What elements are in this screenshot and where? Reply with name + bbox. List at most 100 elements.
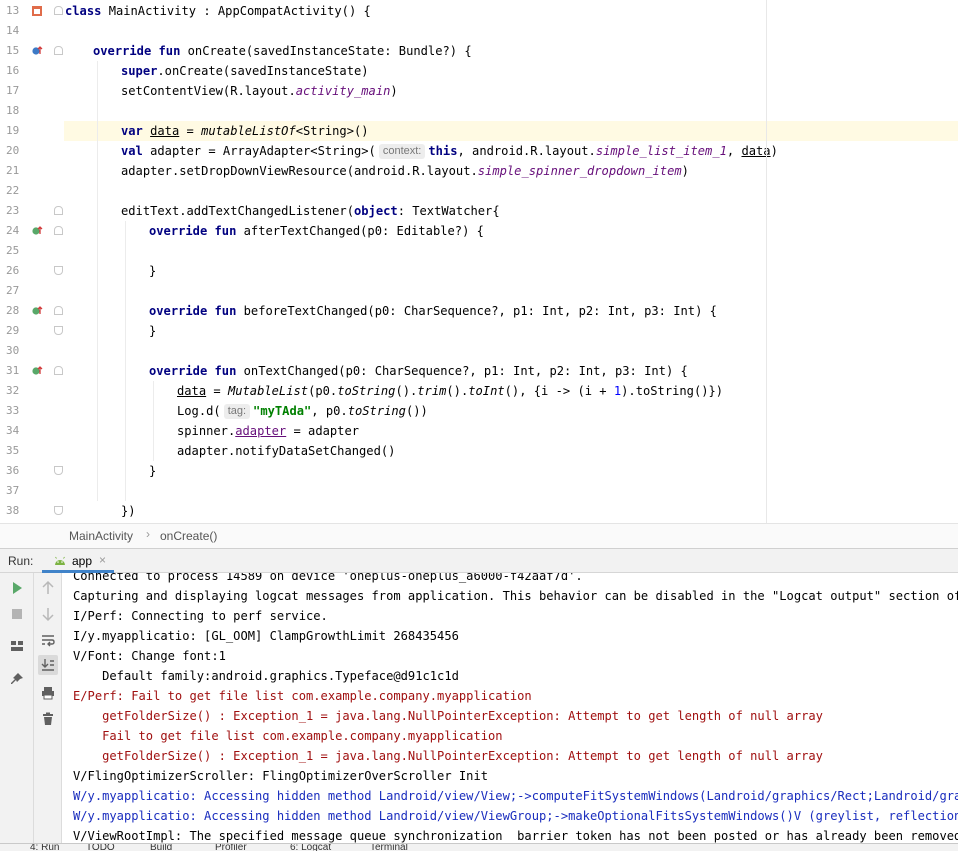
code-token: = adapter (286, 424, 360, 438)
rerun-icon[interactable] (7, 578, 27, 598)
gutter-row: 19 (0, 121, 64, 141)
fold-marker-icon[interactable] (54, 226, 63, 235)
line-number: 26 (6, 264, 20, 277)
run-tab-app[interactable]: app × (42, 549, 114, 573)
code-text: override fun afterTextChanged(p0: Editab… (149, 221, 484, 241)
gutter-row: 37 (0, 481, 64, 501)
code-line[interactable]: super.onCreate(savedInstanceState) (64, 61, 958, 81)
code-token: } (149, 464, 157, 478)
soft-wrap-icon[interactable] (38, 630, 58, 650)
arrow-down-icon[interactable] (38, 604, 58, 624)
console-line: Fail to get file list com.example.compan… (73, 729, 503, 743)
fold-marker-icon[interactable] (54, 306, 63, 315)
implementing-method-icon[interactable] (31, 225, 43, 237)
code-line[interactable] (64, 481, 958, 501)
fold-marker-icon[interactable] (54, 206, 63, 215)
kotlin-class-icon[interactable] (31, 5, 43, 17)
code-line[interactable] (64, 241, 958, 261)
fold-marker-icon[interactable] (54, 366, 63, 375)
code-line[interactable]: }) (64, 501, 958, 521)
overriding-method-icon[interactable] (31, 45, 43, 57)
run-label: Run: (8, 554, 34, 568)
code-line[interactable]: data = MutableList(p0.toString().trim().… (64, 381, 958, 401)
breadcrumb-item-class[interactable]: MainActivity (69, 529, 133, 543)
pin-icon[interactable] (7, 669, 27, 689)
code-line[interactable]: } (64, 261, 958, 281)
fold-marker-icon[interactable] (54, 46, 63, 55)
fold-marker-icon[interactable] (54, 266, 63, 275)
line-number: 37 (6, 484, 20, 497)
code-line[interactable]: override fun beforeTextChanged(p0: CharS… (64, 301, 958, 321)
close-icon[interactable]: × (99, 553, 106, 567)
console-line: V/Font: Change font:1 (73, 649, 226, 663)
indent-guide (153, 381, 154, 461)
code-line-current[interactable]: var data = mutableListOf<String>() (64, 121, 958, 141)
code-text: Log.d(tag: "myTAda", p0.toString()) (177, 401, 428, 421)
tool-tab-terminal[interactable]: Terminal (370, 844, 408, 851)
code-line[interactable]: } (64, 461, 958, 481)
code-line[interactable]: override fun afterTextChanged(p0: Editab… (64, 221, 958, 241)
code-line[interactable]: adapter.setDropDownViewResource(android.… (64, 161, 958, 181)
run-toolbar-primary (0, 573, 34, 843)
layout-icon[interactable] (7, 636, 27, 656)
line-number: 24 (6, 224, 20, 237)
code-line[interactable] (64, 281, 958, 301)
implementing-method-icon[interactable] (31, 305, 43, 317)
code-token: (), {i -> (i + (504, 384, 614, 398)
fold-marker-icon[interactable] (54, 326, 63, 335)
tool-tab-profiler[interactable]: Profiler (215, 844, 247, 851)
trash-icon[interactable] (38, 709, 58, 729)
tool-tab-logcat[interactable]: 6: Logcat (290, 844, 331, 851)
code-area[interactable]: class MainActivity : AppCompatActivity()… (64, 0, 958, 523)
console-line: E/Perf: Fail to get file list com.exampl… (73, 689, 532, 703)
code-token: object (354, 204, 398, 218)
arrow-up-icon[interactable] (38, 578, 58, 598)
fold-marker-icon[interactable] (54, 506, 63, 515)
gutter-row: 21 (0, 161, 64, 181)
code-line[interactable]: adapter.notifyDataSetChanged() (64, 441, 958, 461)
tool-tab-todo[interactable]: TODO (86, 844, 115, 851)
code-line[interactable] (64, 21, 958, 41)
code-line[interactable]: override fun onCreate(savedInstanceState… (64, 41, 958, 61)
code-text: var data = mutableListOf<String>() (121, 121, 369, 141)
stop-icon[interactable] (7, 604, 27, 624)
code-line[interactable]: class MainActivity : AppCompatActivity()… (64, 1, 958, 21)
gutter-row: 35 (0, 441, 64, 461)
tool-tab-build[interactable]: Build (150, 844, 172, 851)
code-line[interactable]: spinner.adapter = adapter (64, 421, 958, 441)
code-token: onTextChanged(p0: CharSequence?, p1: Int… (243, 364, 688, 378)
code-line[interactable] (64, 181, 958, 201)
code-line[interactable]: override fun onTextChanged(p0: CharSeque… (64, 361, 958, 381)
gutter-row: 32 (0, 381, 64, 401)
code-editor[interactable]: 13 14 15 16 17 18 19 20 21 22 23 24 25 26 27 28 29 30 31 32… (0, 0, 958, 523)
code-text: }) (121, 501, 136, 521)
scroll-to-end-icon[interactable] (38, 655, 58, 675)
code-token: this (428, 144, 458, 158)
gutter-row: 22 (0, 181, 64, 201)
code-token: } (149, 324, 157, 338)
console-output[interactable]: Connected to process 14589 on device 'on… (62, 573, 958, 843)
tool-tab-run[interactable]: 4: Run (30, 844, 59, 851)
code-token: super (121, 64, 158, 78)
console-line: I/Perf: Connecting to perf service. (73, 609, 328, 623)
code-line[interactable]: setContentView(R.layout.activity_main) (64, 81, 958, 101)
fold-marker-icon[interactable] (54, 6, 63, 15)
gutter-row: 27 (0, 281, 64, 301)
fold-marker-icon[interactable] (54, 466, 63, 475)
implementing-method-icon[interactable] (31, 365, 43, 377)
code-token: = (206, 384, 228, 398)
code-line[interactable]: } (64, 321, 958, 341)
code-token: toString (337, 384, 396, 398)
code-token: MainActivity : AppCompatActivity() { (108, 4, 371, 18)
code-line[interactable]: Log.d(tag: "myTAda", p0.toString()) (64, 401, 958, 421)
code-line[interactable] (64, 341, 958, 361)
breadcrumb-item-method[interactable]: onCreate() (160, 529, 217, 543)
print-icon[interactable] (38, 683, 58, 703)
code-text: editText.addTextChangedListener(object: … (121, 201, 500, 221)
code-token: ).toString()}) (621, 384, 724, 398)
code-token: (p0. (308, 384, 338, 398)
code-line[interactable] (64, 101, 958, 121)
code-line[interactable]: editText.addTextChangedListener(object: … (64, 201, 958, 221)
code-token: override fun (149, 224, 244, 238)
code-line[interactable]: val adapter = ArrayAdapter<String>(conte… (64, 141, 958, 161)
